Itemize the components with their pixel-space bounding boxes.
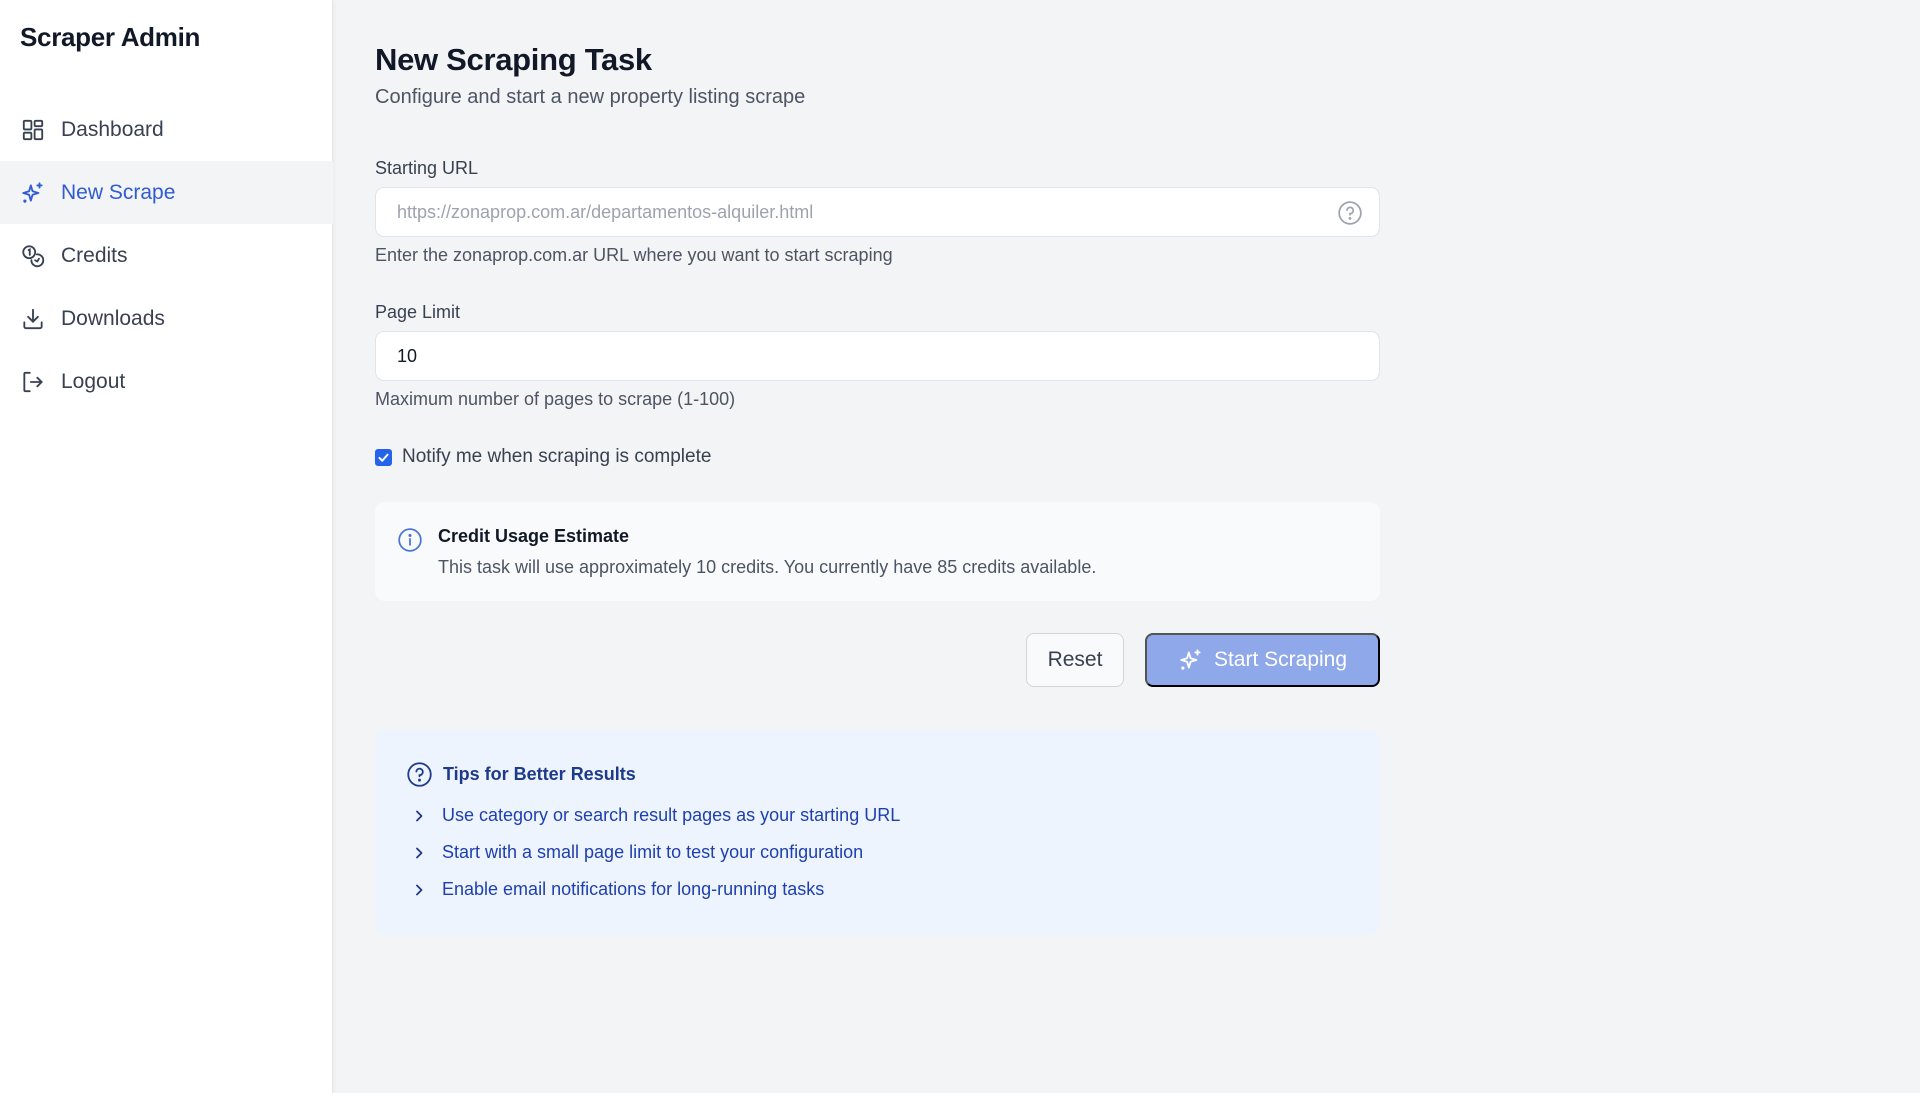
sidebar-item-credits[interactable]: Credits: [0, 224, 333, 287]
sidebar-item-label: Credits: [61, 243, 128, 267]
sidebar-item-label: Logout: [61, 369, 126, 393]
tips-card: Tips for Better Results Use category or …: [375, 730, 1380, 935]
coins-icon: [20, 243, 46, 269]
sidebar-item-label: Dashboard: [61, 117, 164, 141]
tip-item: Start with a small page limit to test yo…: [411, 842, 863, 863]
sidebar-item-label: New Scrape: [61, 180, 176, 204]
sidebar-item-label: Downloads: [61, 306, 165, 330]
sidebar-item-downloads[interactable]: Downloads: [0, 287, 333, 350]
sidebar-item-new-scrape[interactable]: New Scrape: [0, 161, 333, 224]
question-circle-icon: [406, 761, 433, 788]
page-limit-hint: Maximum number of pages to scrape (1-100…: [375, 389, 736, 409]
notify-checkbox[interactable]: [375, 448, 392, 466]
sidebar-item-dashboard[interactable]: Dashboard: [0, 98, 333, 161]
page-limit-label: Page Limit: [375, 302, 461, 322]
starting-url-field[interactable]: [375, 187, 1380, 237]
notify-checkbox-row[interactable]: Notify me when scraping is complete: [375, 446, 711, 468]
sparkles-icon: [20, 180, 46, 206]
page-subtitle: Configure and start a new property listi…: [375, 86, 806, 108]
tip-item: Enable email notifications for long-runn…: [411, 879, 824, 900]
sidebar-item-logout[interactable]: Logout: [0, 350, 333, 413]
question-circle-icon[interactable]: [1337, 200, 1363, 226]
sidebar: Scraper Admin Dashboard New Scrape Credi…: [0, 0, 333, 1093]
notify-checkbox-label: Notify me when scraping is complete: [402, 446, 712, 467]
tip-text: Enable email notifications for long-runn…: [442, 879, 825, 899]
starting-url-label: Starting URL: [375, 158, 479, 178]
tip-text: Use category or search result pages as y…: [442, 805, 901, 825]
sidebar-nav: Dashboard New Scrape Credits Downloads L…: [0, 98, 333, 413]
download-icon: [20, 306, 46, 332]
app-title: Scraper Admin: [20, 22, 201, 52]
starting-url-hint: Enter the zonaprop.com.ar URL where you …: [375, 245, 893, 265]
chevron-right-icon: [411, 882, 427, 898]
credit-estimate-card: Credit Usage Estimate This task will use…: [375, 502, 1380, 601]
starting-url-input[interactable]: [397, 201, 1317, 223]
tip-item: Use category or search result pages as y…: [411, 805, 900, 826]
chevron-right-icon: [411, 845, 427, 861]
page-limit-field[interactable]: [375, 331, 1380, 381]
tip-text: Start with a small page limit to test yo…: [442, 842, 864, 862]
credit-estimate-text: This task will use approximately 10 cred…: [438, 557, 1097, 577]
start-scraping-label: Start Scraping: [1213, 648, 1348, 671]
start-scraping-button[interactable]: Start Scraping: [1145, 633, 1380, 687]
sparkles-icon: [1178, 647, 1204, 673]
logout-icon: [20, 369, 46, 395]
chevron-right-icon: [411, 808, 427, 824]
credit-estimate-title: Credit Usage Estimate: [438, 526, 630, 546]
reset-button[interactable]: Reset: [1026, 633, 1124, 687]
page-title: New Scraping Task: [375, 42, 652, 77]
dashboard-grid-icon: [20, 117, 46, 143]
page-limit-input[interactable]: [397, 345, 1317, 367]
info-circle-icon: [397, 527, 423, 553]
tips-title: Tips for Better Results: [443, 764, 636, 784]
